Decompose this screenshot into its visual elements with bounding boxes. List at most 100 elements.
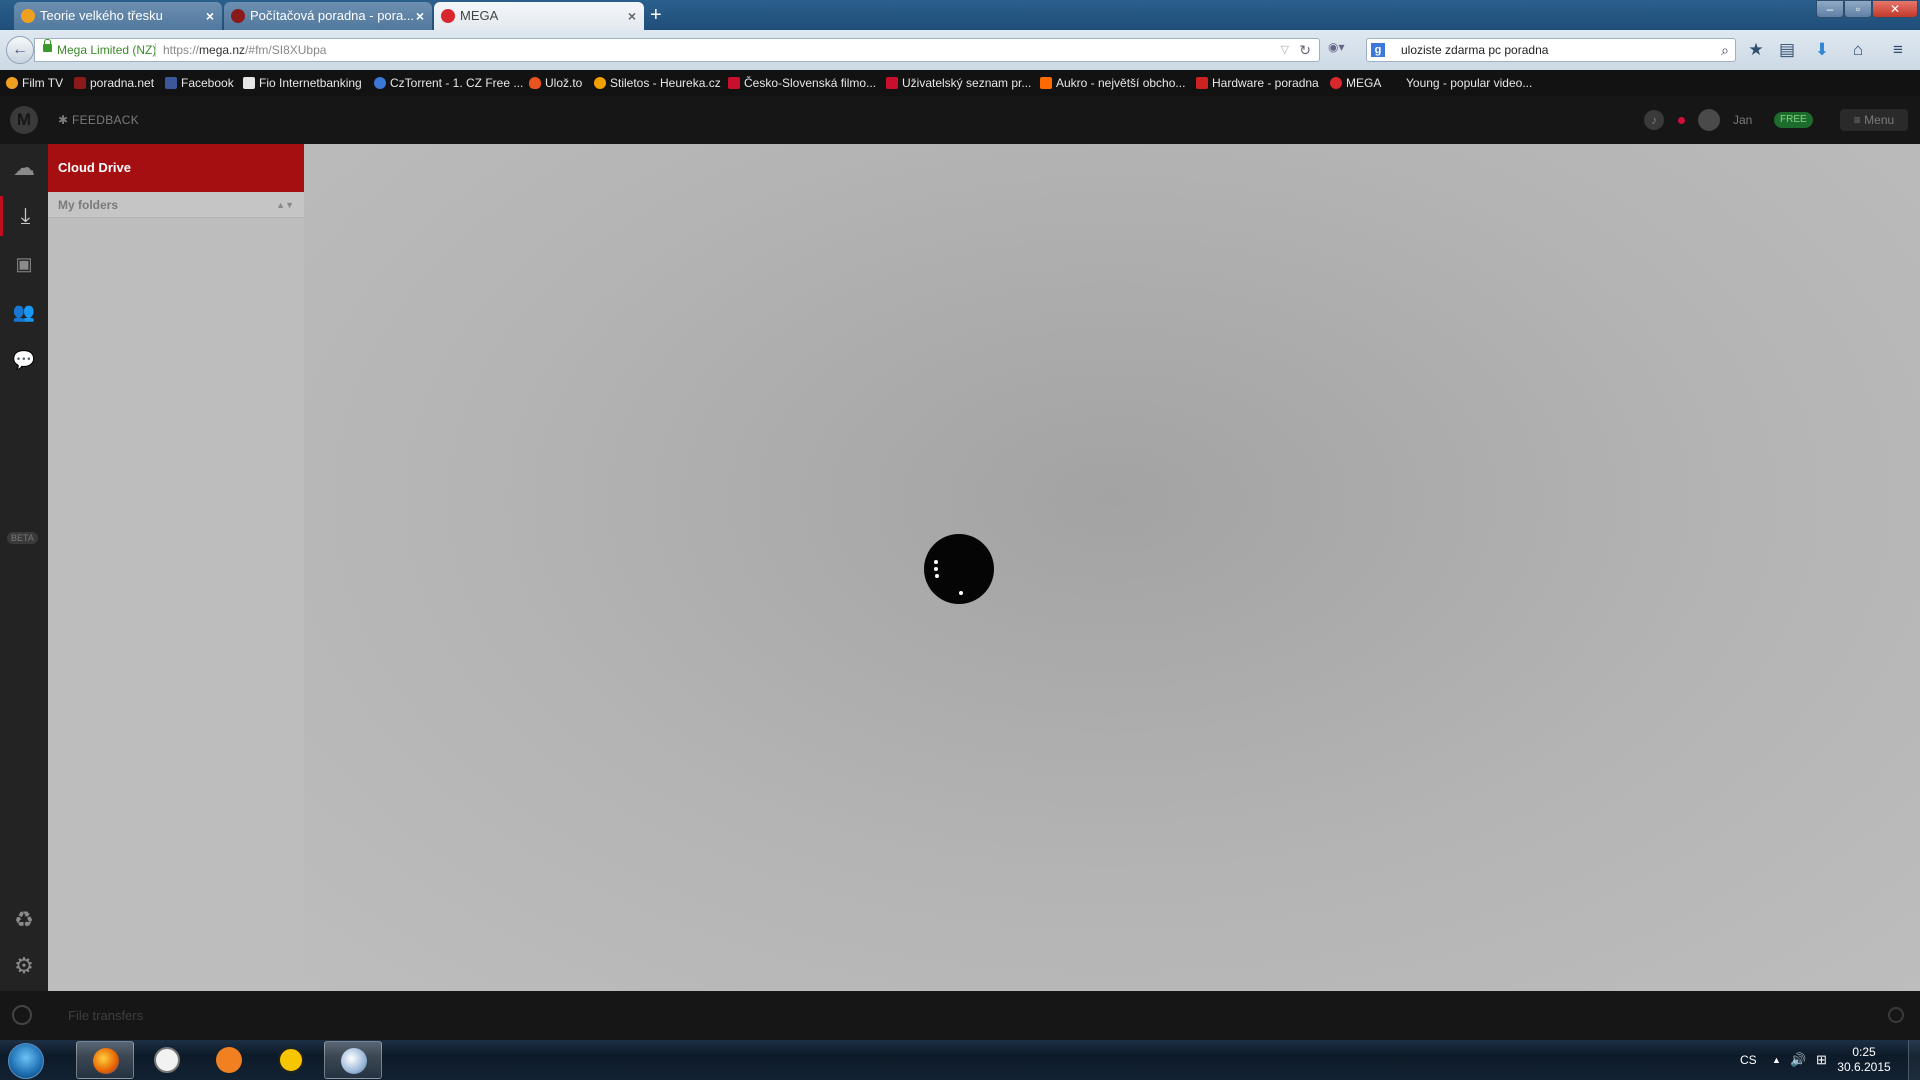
taskbar-app-2[interactable] bbox=[138, 1041, 196, 1079]
url-text[interactable]: https://mega.nz/#fm/SI8XUbpa bbox=[163, 39, 326, 61]
tab-favicon-icon bbox=[21, 9, 35, 23]
paw-icon bbox=[216, 1047, 242, 1073]
navigation-toolbar: ← Mega Limited (NZ) https://mega.nz/#fm/… bbox=[0, 30, 1920, 71]
menu-button[interactable]: ≡ Menu bbox=[1840, 109, 1908, 131]
show-desktop-button[interactable] bbox=[1908, 1040, 1920, 1080]
google-icon[interactable]: g bbox=[1371, 43, 1385, 57]
plan-badge[interactable]: FREE bbox=[1774, 112, 1813, 128]
shared-folders-icon[interactable]: ▣ bbox=[0, 244, 48, 284]
bookmark-star-icon[interactable]: ★ bbox=[1746, 40, 1766, 60]
cloud-drive-icon[interactable]: ☁ bbox=[0, 148, 48, 188]
search-input[interactable]: uloziste zdarma pc poradna bbox=[1401, 39, 1548, 61]
url-bar[interactable]: Mega Limited (NZ) https://mega.nz/#fm/SI… bbox=[34, 38, 1320, 62]
tab-label: Počítačová poradna - pora... bbox=[250, 8, 415, 23]
back-button[interactable]: ← bbox=[6, 36, 34, 64]
show-hidden-icons-chevron-icon[interactable]: ▲ bbox=[1772, 1055, 1781, 1065]
bookmark-young-popular-video[interactable]: Young - popular video... bbox=[1388, 70, 1532, 96]
notifications-bell-icon[interactable]: ♪ bbox=[1644, 110, 1664, 130]
addon-dropdown-icon[interactable]: ◉▾ bbox=[1328, 40, 1345, 54]
close-tab-icon[interactable]: × bbox=[628, 2, 636, 30]
bookmark-ulozto[interactable]: Ulož.to bbox=[527, 70, 582, 96]
firefox-icon bbox=[93, 1048, 119, 1074]
site-identity[interactable]: Mega Limited (NZ) bbox=[57, 39, 156, 61]
network-icon[interactable]: ⊞ bbox=[1816, 1052, 1827, 1068]
bookmarks-toolbar: Film TV poradna.net Facebook Fio Interne… bbox=[0, 70, 1920, 96]
tab-teorie-velkeho-tresku[interactable]: Teorie velkého třesku × bbox=[14, 2, 222, 30]
url-separator bbox=[155, 43, 156, 57]
maximize-button[interactable]: ▫ bbox=[1844, 0, 1872, 18]
tab-pocitacova-poradna[interactable]: Počítačová poradna - pora... × bbox=[224, 2, 432, 30]
mega-icon bbox=[1330, 77, 1342, 89]
bookmark-uzivatelsky-seznam[interactable]: Uživatelský seznam pr... bbox=[884, 70, 1031, 96]
search-bar[interactable]: g uloziste zdarma pc poradna ⌕ bbox=[1366, 38, 1736, 62]
left-icon-rail: ☁ ⤓ ▣ 👥 💬 BETA ♻ ⚙ bbox=[0, 144, 48, 991]
tab-mega[interactable]: MEGA × bbox=[434, 2, 644, 30]
settings-gear-icon[interactable]: ⚙ bbox=[0, 946, 48, 986]
taskbar-app-paint[interactable] bbox=[324, 1041, 382, 1079]
taskbar-app-firefox[interactable] bbox=[76, 1041, 134, 1079]
volume-icon[interactable]: 🔊 bbox=[1790, 1052, 1806, 1068]
dropdown-history-icon[interactable]: ▽ bbox=[1281, 39, 1289, 61]
facebook-icon bbox=[165, 77, 177, 89]
close-tab-icon[interactable]: × bbox=[416, 2, 424, 30]
taskbar-app-3[interactable] bbox=[200, 1041, 258, 1079]
my-folders-label: My folders bbox=[58, 198, 119, 212]
hamburger-icon: ≡ bbox=[1853, 113, 1861, 127]
close-tab-icon[interactable]: × bbox=[206, 2, 214, 30]
bookmark-hardware-poradna[interactable]: Hardware - poradna bbox=[1194, 70, 1319, 96]
input-language-indicator[interactable]: CS bbox=[1740, 1040, 1757, 1080]
file-transfers-bar[interactable]: File transfers bbox=[0, 991, 1920, 1040]
bookmark-film-tv[interactable]: Film TV bbox=[4, 70, 63, 96]
search-icon[interactable]: ⌕ bbox=[1721, 39, 1729, 61]
bookmark-favicon-icon bbox=[1196, 77, 1208, 89]
bookmark-favicon-icon bbox=[74, 77, 86, 89]
mega-top-bar: M ✱ FEEDBACK ♪ Jan FREE ≡ Menu bbox=[0, 96, 1920, 144]
taskbar-app-4[interactable] bbox=[262, 1041, 320, 1079]
my-folders-header[interactable]: My folders ▲▼ bbox=[48, 192, 304, 218]
bookmark-facebook[interactable]: Facebook bbox=[163, 70, 234, 96]
spinner-dot bbox=[935, 574, 939, 578]
lock-icon bbox=[43, 39, 52, 52]
download-icon[interactable]: ⬇ bbox=[1812, 40, 1832, 60]
bookmark-favicon-icon bbox=[6, 77, 18, 89]
inbox-icon[interactable]: ⤓ bbox=[0, 196, 48, 236]
bookmark-fio-internetbanking[interactable]: Fio Internetbanking bbox=[241, 70, 362, 96]
username[interactable]: Jan bbox=[1733, 96, 1752, 144]
contacts-icon[interactable]: 👥 bbox=[0, 292, 48, 332]
cloud-drive-header[interactable]: Cloud Drive bbox=[48, 144, 304, 192]
start-button[interactable] bbox=[8, 1043, 44, 1079]
home-icon[interactable]: ⌂ bbox=[1848, 40, 1868, 60]
reload-icon[interactable]: ↻ bbox=[1299, 39, 1311, 61]
taskbar-clock[interactable]: 0:25 30.6.2015 bbox=[1836, 1045, 1892, 1075]
tab-label: MEGA bbox=[460, 8, 499, 23]
bookmark-aukro[interactable]: Aukro - největší obcho... bbox=[1038, 70, 1185, 96]
feedback-button[interactable]: ✱ FEEDBACK bbox=[58, 96, 139, 144]
clock-date: 30.6.2015 bbox=[1837, 1060, 1891, 1074]
bookmark-poradna-net[interactable]: poradna.net bbox=[72, 70, 154, 96]
rubbish-bin-icon[interactable]: ♻ bbox=[0, 900, 48, 940]
spinner-dot bbox=[934, 567, 938, 571]
bookmark-mega[interactable]: MEGA bbox=[1328, 70, 1381, 96]
minimize-button[interactable]: – bbox=[1816, 0, 1844, 18]
file-transfers-label[interactable]: File transfers bbox=[68, 991, 143, 1040]
aukro-icon bbox=[1040, 77, 1052, 89]
mega-logo[interactable]: M bbox=[10, 106, 38, 134]
hamburger-menu-icon[interactable]: ≡ bbox=[1888, 40, 1908, 60]
sort-arrows-icon[interactable]: ▲▼ bbox=[276, 192, 294, 218]
avatar[interactable] bbox=[1698, 109, 1720, 131]
chat-icon[interactable]: 💬 bbox=[0, 340, 48, 380]
spinner-dot bbox=[934, 560, 938, 564]
library-icon[interactable]: ▤ bbox=[1777, 40, 1797, 60]
beta-badge: BETA bbox=[7, 532, 38, 544]
paint-palette-icon bbox=[341, 1048, 367, 1074]
close-window-button[interactable]: ✕ bbox=[1872, 0, 1918, 18]
bookmark-heureka[interactable]: Stiletos - Heureka.cz bbox=[592, 70, 721, 96]
windows-taskbar: CS ▲ 🔊 ⊞ 0:25 30.6.2015 bbox=[0, 1040, 1920, 1080]
new-tab-button[interactable]: + bbox=[650, 4, 662, 26]
folder-tree-panel: Cloud Drive My folders ▲▼ bbox=[48, 144, 304, 991]
bookmark-cztorrent[interactable]: CzTorrent - 1. CZ Free ... bbox=[372, 70, 523, 96]
bookmark-csfd[interactable]: Česko-Slovenská filmo... bbox=[726, 70, 876, 96]
transfers-icon[interactable] bbox=[12, 1005, 32, 1025]
transfers-toggle-icon[interactable] bbox=[1888, 1007, 1904, 1023]
flame-icon bbox=[529, 77, 541, 89]
